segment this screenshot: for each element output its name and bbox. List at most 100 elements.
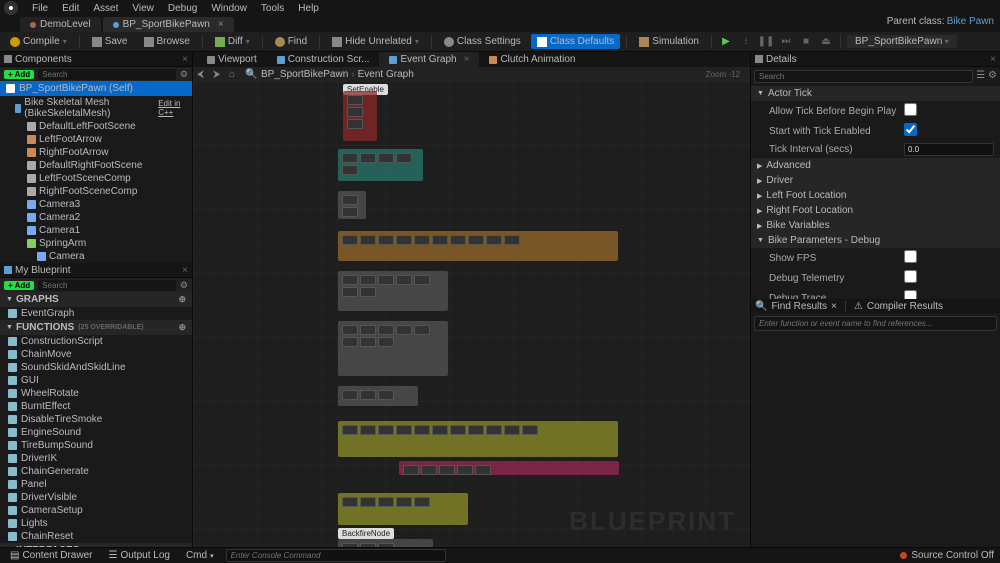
settings-icon[interactable]: ⚙ xyxy=(180,69,188,80)
node-group[interactable] xyxy=(338,191,366,219)
close-icon[interactable]: × xyxy=(990,54,996,65)
settings-icon[interactable]: ⚙ xyxy=(180,280,188,291)
component-row[interactable]: Camera xyxy=(0,250,192,263)
find-results-input[interactable] xyxy=(754,316,997,331)
add-bp-button[interactable]: + Add xyxy=(4,281,34,290)
eject-button[interactable]: ⏏ xyxy=(818,35,834,49)
close-icon[interactable]: × xyxy=(218,19,224,30)
list-item[interactable]: ChainMove xyxy=(0,348,192,361)
mybp-search-input[interactable] xyxy=(38,280,176,291)
parent-class-link[interactable]: Bike Pawn xyxy=(947,16,994,27)
list-item[interactable]: ChainReset xyxy=(0,530,192,543)
comment-node[interactable]: BackfireNode xyxy=(338,528,394,539)
gear-icon[interactable]: ⚙ xyxy=(988,70,997,83)
section-advanced[interactable]: ▶Advanced xyxy=(751,158,1000,173)
step-button[interactable]: ⏭ xyxy=(778,35,794,49)
tab-event-graph[interactable]: Event Graph× xyxy=(379,52,479,67)
source-control-button[interactable]: Source Control Off xyxy=(900,550,994,561)
edit-cpp-link[interactable]: Edit in C++ xyxy=(158,99,188,117)
section-actor-tick[interactable]: ▼Actor Tick xyxy=(751,86,1000,101)
content-drawer-button[interactable]: ▤Content Drawer xyxy=(6,549,96,562)
section-graphs[interactable]: ▼GRAPHS⊕ xyxy=(0,292,192,307)
tab-viewport[interactable]: Viewport xyxy=(197,52,267,67)
list-item[interactable]: CameraSetup xyxy=(0,504,192,517)
menu-edit[interactable]: Edit xyxy=(56,3,85,14)
tab-level[interactable]: DemoLevel xyxy=(20,17,101,32)
node-group[interactable] xyxy=(338,539,433,547)
list-item[interactable]: DriverVisible xyxy=(0,491,192,504)
class-settings-button[interactable]: Class Settings xyxy=(438,34,527,49)
list-item[interactable]: ConstructionScript xyxy=(0,335,192,348)
browse-button[interactable]: Browse xyxy=(138,34,196,49)
play-button[interactable]: ▶ xyxy=(718,35,734,49)
list-item[interactable]: WheelRotate xyxy=(0,387,192,400)
allow-tick-checkbox[interactable] xyxy=(904,103,917,116)
add-component-button[interactable]: + Add xyxy=(4,70,34,79)
component-row[interactable]: DefaultRightFootScene xyxy=(0,159,192,172)
component-row[interactable]: RightFootArrow xyxy=(0,146,192,159)
node-group[interactable] xyxy=(338,386,418,406)
menu-help[interactable]: Help xyxy=(292,3,325,14)
close-icon[interactable]: × xyxy=(182,54,188,65)
filter-icon[interactable]: ☰ xyxy=(976,70,985,83)
save-button[interactable]: Save xyxy=(86,34,134,49)
nav-home-icon[interactable]: ⌂ xyxy=(229,69,239,79)
close-icon[interactable]: × xyxy=(182,265,188,276)
close-icon[interactable]: × xyxy=(831,301,837,312)
class-defaults-button[interactable]: Class Defaults xyxy=(531,34,620,49)
breadcrumb[interactable]: BP_SportBikePawn›Event Graph xyxy=(261,69,414,80)
list-item[interactable]: DisableTireSmoke xyxy=(0,413,192,426)
component-row[interactable]: Camera1 xyxy=(0,224,192,237)
node-group[interactable] xyxy=(338,321,448,376)
node-group[interactable] xyxy=(338,271,448,311)
section-left-foot[interactable]: ▶Left Foot Location xyxy=(751,188,1000,203)
node-group[interactable] xyxy=(338,493,468,525)
tab-blueprint[interactable]: BP_SportBikePawn× xyxy=(103,17,234,32)
section-functions[interactable]: ▼FUNCTIONS(25 OVERRIDABLE)⊕ xyxy=(0,320,192,335)
list-item[interactable]: TireBumpSound xyxy=(0,439,192,452)
debug-telemetry-checkbox[interactable] xyxy=(904,270,917,283)
section-driver[interactable]: ▶Driver xyxy=(751,173,1000,188)
node-group[interactable] xyxy=(338,421,618,457)
node-group[interactable] xyxy=(338,231,618,261)
play-options-button[interactable]: ⋮ xyxy=(738,35,754,49)
component-row[interactable]: SpringArm xyxy=(0,237,192,250)
debug-trace-checkbox[interactable] xyxy=(904,290,917,299)
section-bike-debug[interactable]: ▼Bike Parameters - Debug xyxy=(751,233,1000,248)
list-item[interactable]: DriverIK xyxy=(0,452,192,465)
list-item[interactable]: GUI xyxy=(0,374,192,387)
menu-window[interactable]: Window xyxy=(205,3,253,14)
menu-file[interactable]: File xyxy=(26,3,54,14)
close-icon[interactable]: × xyxy=(464,54,470,65)
nav-search-icon[interactable]: 🔍 xyxy=(245,69,255,79)
start-tick-checkbox[interactable] xyxy=(904,123,917,136)
tab-construction-script[interactable]: Construction Scr... xyxy=(267,52,380,67)
output-log-button[interactable]: ☰Output Log xyxy=(104,549,173,562)
list-item[interactable]: SoundSkidAndSkidLine xyxy=(0,361,192,374)
list-item[interactable]: ChainGenerate xyxy=(0,465,192,478)
components-search-input[interactable] xyxy=(38,69,176,80)
list-item[interactable]: EventGraph xyxy=(0,307,192,320)
section-right-foot[interactable]: ▶Right Foot Location xyxy=(751,203,1000,218)
list-item[interactable]: Lights xyxy=(0,517,192,530)
node-group[interactable] xyxy=(338,149,423,181)
diff-button[interactable]: Diff▾ xyxy=(209,34,256,49)
pause-button[interactable]: ❚❚ xyxy=(758,35,774,49)
menu-asset[interactable]: Asset xyxy=(87,3,124,14)
list-item[interactable]: Panel xyxy=(0,478,192,491)
component-row[interactable]: Bike Skeletal Mesh (BikeSkeletalMesh)Edi… xyxy=(0,96,192,120)
component-row[interactable]: LeftFootArrow xyxy=(0,133,192,146)
component-row[interactable]: DefaultLeftFootScene xyxy=(0,120,192,133)
show-fps-checkbox[interactable] xyxy=(904,250,917,263)
node-group[interactable] xyxy=(343,91,377,141)
component-row[interactable]: LeftFootSceneComp xyxy=(0,172,192,185)
nav-fwd-icon[interactable]: ⮞ xyxy=(213,69,223,79)
menu-view[interactable]: View xyxy=(126,3,160,14)
console-command-input[interactable] xyxy=(226,549,446,562)
list-item[interactable]: EngineSound xyxy=(0,426,192,439)
event-graph-canvas[interactable]: SetEnable BackfireNode BLUEPRINT xyxy=(193,81,750,547)
nav-back-icon[interactable]: ⮜ xyxy=(197,69,207,79)
details-search-input[interactable] xyxy=(754,70,973,83)
component-row[interactable]: Camera2 xyxy=(0,211,192,224)
tab-clutch-animation[interactable]: Clutch Animation xyxy=(479,52,585,67)
